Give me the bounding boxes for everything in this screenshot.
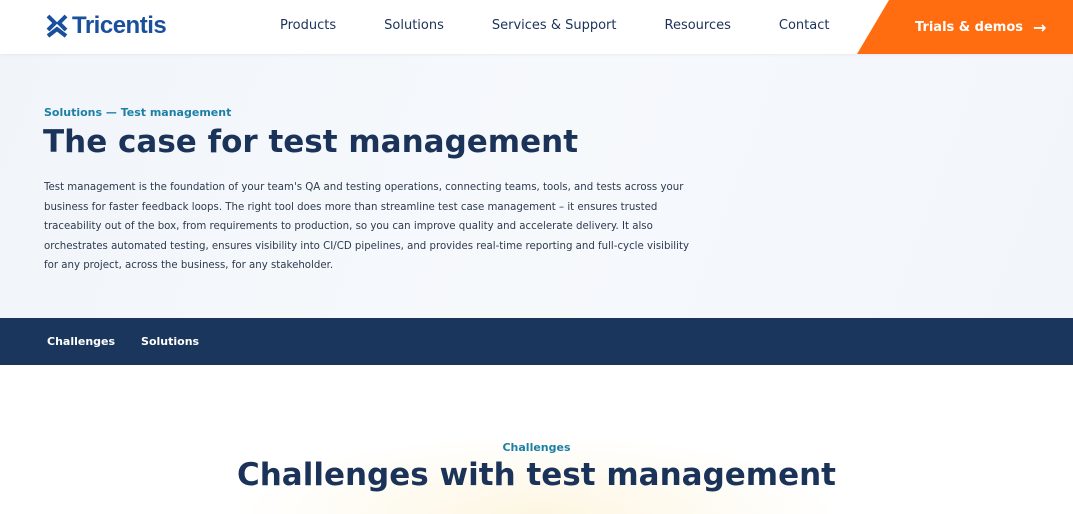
nav-contact[interactable]: Contact (779, 18, 830, 33)
section-title: Challenges with test management (236, 457, 837, 493)
tricentis-x-icon (46, 14, 68, 38)
site-header: Tricentis Products Solutions Services & … (0, 0, 1073, 54)
nav-solutions[interactable]: Solutions (384, 18, 444, 33)
breadcrumb: Solutions — Test management (44, 106, 232, 119)
challenges-section: Challenges Challenges with test manageme… (0, 365, 1073, 514)
nav-services-support[interactable]: Services & Support (492, 18, 617, 33)
logo-text: Tricentis (72, 12, 167, 39)
nav-products[interactable]: Products (280, 18, 336, 33)
arrow-right-icon: → (1033, 17, 1047, 37)
section-nav-challenges[interactable]: Challenges (47, 335, 115, 348)
trials-demos-button[interactable]: Trials & demos → (857, 0, 1073, 54)
section-nav-solutions[interactable]: Solutions (141, 335, 199, 348)
cta-label: Trials & demos (915, 19, 1023, 35)
section-nav: Challenges Solutions (0, 318, 1073, 365)
hero-section: Solutions — Test management The case for… (0, 54, 1073, 318)
section-eyebrow: Challenges (502, 441, 571, 454)
tricentis-logo[interactable]: Tricentis (46, 12, 167, 40)
nav-resources[interactable]: Resources (665, 18, 731, 33)
page-title: The case for test management (43, 124, 579, 160)
hero-description: Test management is the foundation of you… (44, 182, 689, 271)
main-nav: Products Solutions Services & Support Re… (280, 18, 829, 33)
